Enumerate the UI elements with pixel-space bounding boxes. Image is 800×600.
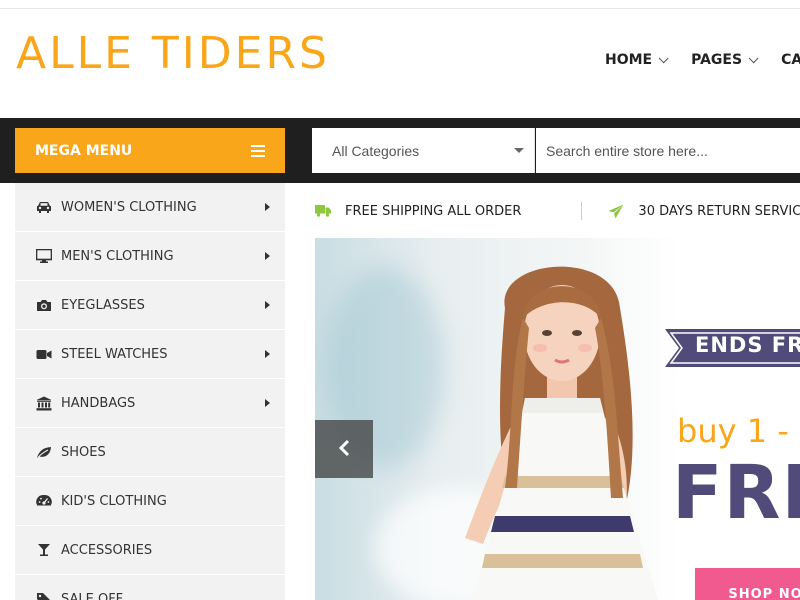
sidebar-item-label: MEN'S CLOTHING [61, 248, 174, 264]
caret-right-icon [265, 350, 270, 358]
banner-headline: FRE [672, 450, 800, 536]
search-input[interactable] [536, 128, 800, 173]
caret-right-icon [265, 399, 270, 407]
sidebar-item-accessories[interactable]: ACCESSORIES [15, 526, 285, 575]
feature-label: 30 DAYS RETURN SERVIC [638, 203, 800, 219]
category-sidebar: WOMEN'S CLOTHING MEN'S CLOTHING EYEGLASS… [15, 183, 285, 600]
nav-home-label: HOME [605, 52, 653, 68]
chevron-down-icon [658, 52, 669, 63]
dashboard-icon [35, 493, 53, 509]
slider-prev-button[interactable] [315, 420, 373, 478]
sidebar-item-label: KID'S CLOTHING [61, 493, 167, 509]
feature-label: FREE SHIPPING ALL ORDER [345, 203, 522, 219]
mega-menu-label: MEGA MENU [35, 142, 133, 159]
nav-home[interactable]: HOME [605, 52, 669, 68]
caret-right-icon [265, 252, 270, 260]
video-camera-icon [35, 346, 53, 362]
sidebar-item-label: SALE OFF [61, 591, 124, 600]
category-select[interactable]: All Categories [312, 128, 535, 173]
feature-returns: 30 DAYS RETURN SERVIC [608, 204, 800, 219]
nav-categories[interactable]: CAT [781, 52, 800, 68]
sidebar-item-kids-clothing[interactable]: KID'S CLOTHING [15, 477, 285, 526]
banner-ribbon-text: ENDS FR [695, 333, 800, 357]
caret-right-icon [265, 203, 270, 211]
top-divider [0, 8, 800, 9]
sidebar-item-handbags[interactable]: HANDBAGS [15, 379, 285, 428]
bank-icon [35, 395, 53, 411]
sidebar-item-mens-clothing[interactable]: MEN'S CLOTHING [15, 232, 285, 281]
sidebar-item-label: SHOES [61, 444, 106, 460]
feature-divider [581, 202, 583, 220]
caret-right-icon [265, 301, 270, 309]
sidebar-item-label: ACCESSORIES [61, 542, 153, 558]
hamburger-icon [251, 144, 265, 157]
leaf-icon [35, 444, 53, 460]
mega-menu-button[interactable]: MEGA MENU [15, 128, 285, 173]
sidebar-item-sale-off[interactable]: SALE OFF [15, 575, 285, 600]
sidebar-item-label: HANDBAGS [61, 395, 136, 411]
banner-promo-text: buy 1 - g [677, 412, 800, 450]
sidebar-item-label: WOMEN'S CLOTHING [61, 199, 197, 215]
sidebar-item-steel-watches[interactable]: STEEL WATCHES [15, 330, 285, 379]
hero-banner[interactable]: ENDS FR buy 1 - g FRE SHOP NO [315, 238, 800, 600]
site-logo[interactable]: ALLE TIDERS [16, 28, 330, 79]
sidebar-item-label: STEEL WATCHES [61, 346, 168, 362]
features-strip: FREE SHIPPING ALL ORDER 30 DAYS RETURN S… [315, 196, 800, 226]
camera-icon [35, 297, 53, 313]
feature-free-shipping: FREE SHIPPING ALL ORDER [315, 204, 521, 219]
banner-girl-photo [465, 266, 658, 600]
nav-pages-label: PAGES [691, 52, 743, 68]
category-select-value: All Categories [332, 142, 420, 159]
glass-icon [35, 542, 53, 558]
chevron-down-icon [748, 52, 759, 63]
sidebar-item-label: EYEGLASSES [61, 297, 145, 313]
main-nav: HOME PAGES CAT [605, 52, 800, 68]
sidebar-item-womens-clothing[interactable]: WOMEN'S CLOTHING [15, 183, 285, 232]
monitor-icon [35, 248, 53, 264]
paper-plane-icon [608, 204, 624, 219]
nav-categories-label: CAT [781, 52, 800, 68]
caret-down-icon [514, 148, 524, 153]
sidebar-item-shoes[interactable]: SHOES [15, 428, 285, 477]
tag-icon [35, 591, 53, 600]
shop-now-button[interactable]: SHOP NO [695, 568, 800, 600]
truck-icon [315, 205, 331, 217]
nav-pages[interactable]: PAGES [691, 52, 759, 68]
chevron-left-icon [338, 439, 350, 460]
car-icon [35, 199, 53, 215]
sidebar-item-eyeglasses[interactable]: EYEGLASSES [15, 281, 285, 330]
